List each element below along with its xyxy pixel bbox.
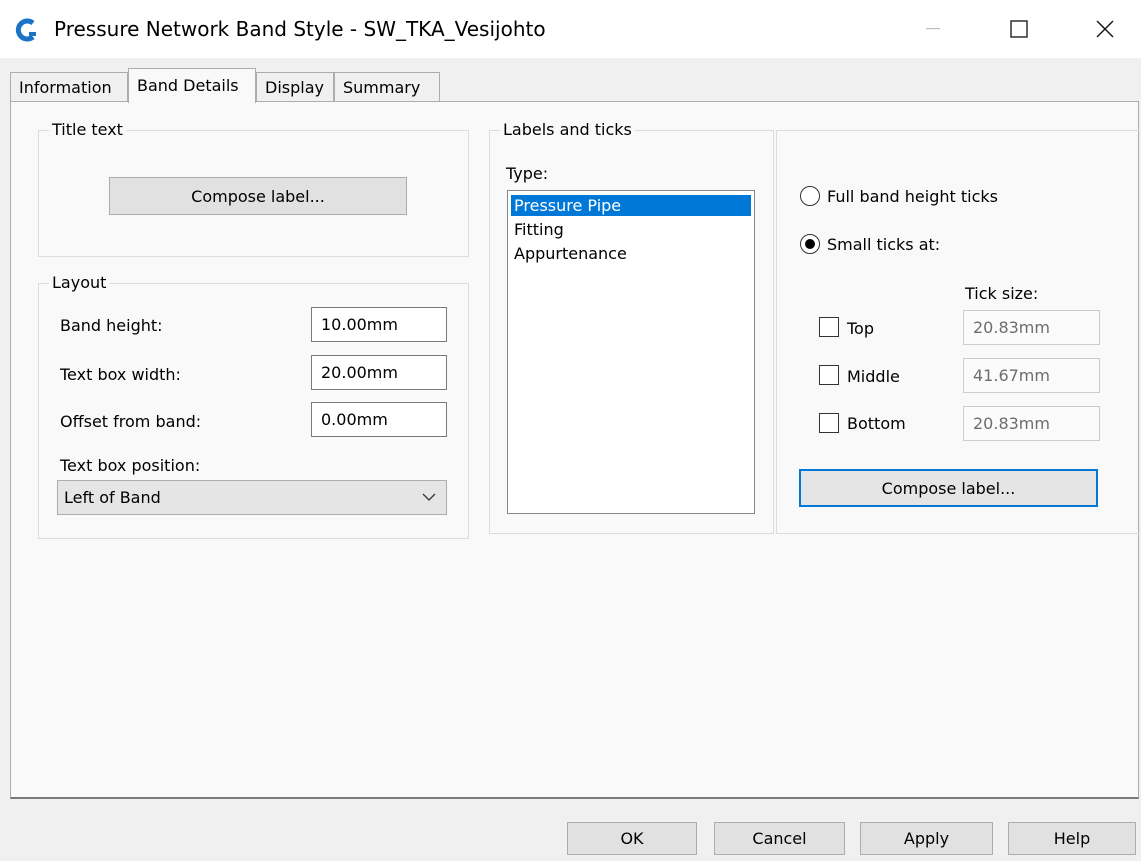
tab-information[interactable]: Information	[10, 72, 128, 102]
type-label: Type:	[506, 164, 549, 183]
offset-from-band-label: Offset from band:	[60, 412, 202, 431]
tab-display[interactable]: Display	[256, 72, 334, 102]
band-height-input[interactable]: 10.00mm	[311, 307, 447, 342]
minimize-button[interactable]	[898, 0, 968, 58]
layout-group: Layout Band height: 10.00mm Text box wid…	[38, 273, 469, 539]
tab-band-details[interactable]: Band Details	[128, 68, 256, 103]
close-icon	[1096, 20, 1114, 38]
civil3d-c-icon	[15, 18, 36, 42]
text-box-position-value: Left of Band	[64, 488, 161, 507]
bottom-checkbox[interactable]	[819, 413, 839, 433]
small-ticks-label: Small ticks at:	[827, 235, 941, 254]
band-height-label: Band height:	[60, 316, 163, 335]
bottom-label: Bottom	[847, 414, 906, 433]
ticks-compose-label-button[interactable]: Compose label...	[799, 469, 1098, 507]
middle-checkbox[interactable]	[819, 365, 839, 385]
chevron-down-icon	[422, 493, 436, 501]
list-item-pressure-pipe[interactable]: Pressure Pipe	[511, 195, 751, 216]
maximize-icon	[1010, 20, 1028, 38]
text-box-position-label: Text box position:	[60, 456, 201, 475]
top-checkbox[interactable]	[819, 317, 839, 337]
title-bar: Pressure Network Band Style - SW_TKA_Ves…	[0, 0, 1141, 58]
small-ticks-radio[interactable]	[800, 234, 820, 254]
list-item-fitting[interactable]: Fitting	[511, 219, 751, 240]
title-text-group-label: Title text	[49, 120, 126, 139]
text-box-position-select[interactable]: Left of Band	[57, 480, 447, 515]
full-band-ticks-label: Full band height ticks	[827, 187, 998, 206]
offset-from-band-input[interactable]: 0.00mm	[311, 402, 447, 437]
text-box-width-label: Text box width:	[60, 365, 181, 384]
full-band-ticks-radio[interactable]	[800, 186, 820, 206]
layout-group-label: Layout	[49, 273, 110, 292]
apply-button[interactable]: Apply	[860, 822, 993, 855]
top-tick-size-input[interactable]: 20.83mm	[963, 310, 1100, 345]
minimize-icon	[926, 28, 940, 30]
middle-label: Middle	[847, 367, 900, 386]
type-listbox[interactable]: Pressure Pipe Fitting Appurtenance	[507, 190, 755, 514]
text-box-width-input[interactable]: 20.00mm	[311, 355, 447, 390]
window-title: Pressure Network Band Style - SW_TKA_Ves…	[54, 17, 546, 41]
tab-summary[interactable]: Summary	[334, 72, 440, 102]
ok-button[interactable]: OK	[567, 822, 697, 855]
help-button[interactable]: Help	[1008, 822, 1136, 855]
tick-options-group: Full band height ticks Small ticks at: T…	[776, 130, 1140, 534]
close-button[interactable]	[1070, 0, 1140, 58]
bottom-tick-size-input[interactable]: 20.83mm	[963, 406, 1100, 441]
tick-size-label: Tick size:	[965, 284, 1039, 303]
band-details-panel: Title text Compose label... Layout Band …	[10, 101, 1140, 799]
list-item-appurtenance[interactable]: Appurtenance	[511, 243, 751, 264]
middle-tick-size-input[interactable]: 41.67mm	[963, 358, 1100, 393]
title-text-group: Title text Compose label...	[38, 120, 469, 257]
title-compose-label-button[interactable]: Compose label...	[109, 177, 407, 215]
labels-ticks-group: Labels and ticks Type: Pressure Pipe Fit…	[489, 120, 774, 534]
labels-ticks-group-label: Labels and ticks	[500, 120, 635, 139]
maximize-button[interactable]	[984, 0, 1054, 58]
top-label: Top	[847, 319, 874, 338]
cancel-button[interactable]: Cancel	[714, 822, 845, 855]
